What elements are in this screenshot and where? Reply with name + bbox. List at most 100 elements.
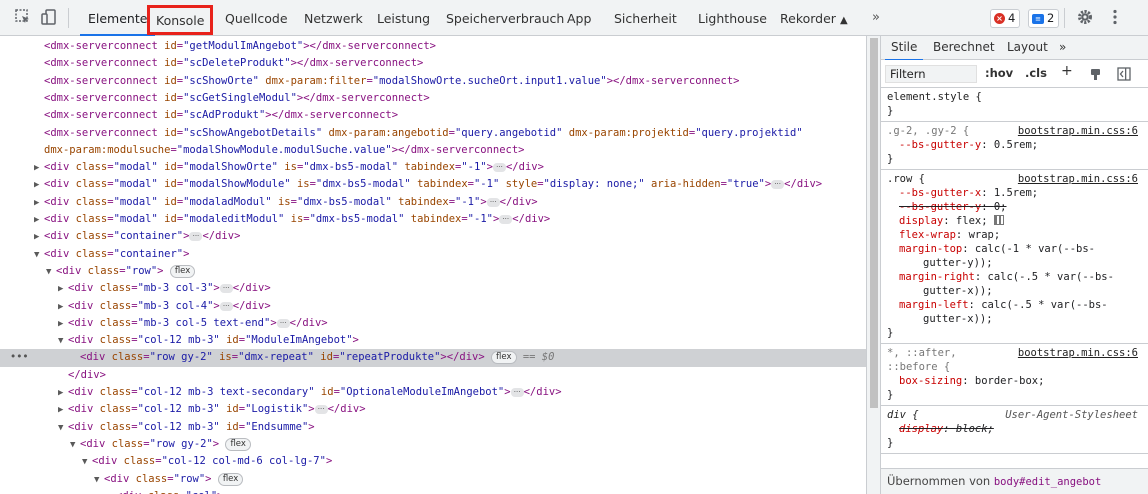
dom-node[interactable]: ▶ <div class="modal" id="modaladModul" is… (0, 194, 866, 211)
dom-node[interactable]: <dmx-serverconnect id="getModulImAngebot… (0, 38, 866, 55)
customize-menu-icon[interactable] (1106, 8, 1124, 26)
collapse-triangle-icon[interactable]: ▼ (94, 472, 104, 489)
dom-node[interactable]: <dmx-serverconnect id="scShowAngebotDeta… (0, 125, 866, 142)
dom-node[interactable]: ▶ <div class="modal" id="modalShowModule"… (0, 176, 866, 193)
expand-triangle-icon[interactable]: ▶ (58, 316, 68, 333)
ellipsis-badge[interactable]: ··· (510, 388, 524, 397)
property-name[interactable]: --bs-gutter-x (899, 187, 981, 199)
more-panels-chevron[interactable]: » (1059, 36, 1066, 60)
tab-sources[interactable]: Quellcode (225, 0, 288, 36)
expand-triangle-icon[interactable]: ▶ (34, 160, 44, 177)
dom-node[interactable]: ▼ <div class="col-12 mb-3" id="ModuleImAn… (0, 332, 866, 349)
dom-node[interactable]: ▶ <div class="modal" id="modalShowOrte" i… (0, 159, 866, 176)
tab-computed[interactable]: Berechnet (933, 36, 995, 60)
collapse-triangle-icon[interactable]: ▼ (58, 333, 68, 350)
tab-memory[interactable]: Speicherverbrauch (446, 0, 564, 36)
rule-element-style[interactable]: element.style { } (881, 88, 1148, 122)
collapse-triangle-icon[interactable]: ▼ (106, 489, 116, 494)
dom-node-selected[interactable]: ••• <div class="row gy-2" is="dmx-repeat"… (0, 349, 866, 367)
dom-scrollbar-thumb[interactable] (870, 38, 878, 408)
dom-node[interactable]: <dmx-serverconnect id="scGetSingleModul"… (0, 90, 866, 107)
collapse-triangle-icon[interactable]: ▼ (34, 247, 44, 264)
property-value[interactable]: border-box; (975, 375, 1045, 387)
expand-triangle-icon[interactable]: ▶ (58, 281, 68, 298)
expand-triangle-icon[interactable]: ▶ (58, 299, 68, 316)
property-name[interactable]: display (899, 423, 943, 435)
tab-application[interactable]: App (567, 0, 591, 36)
flex-badge[interactable]: flex (491, 351, 517, 365)
dom-node[interactable]: ▶ <div class="col-12 mb-3 text-secondary"… (0, 384, 866, 401)
tab-console[interactable]: Konsole (147, 5, 214, 35)
inherited-element-link[interactable]: body#edit_angebot (994, 476, 1101, 488)
settings-gear-icon[interactable] (1076, 8, 1094, 26)
inspect-element-icon[interactable] (14, 8, 32, 26)
panel-splitter[interactable] (866, 36, 881, 494)
dom-node[interactable]: </div> (0, 367, 866, 384)
errors-badge[interactable]: × 4 (990, 9, 1021, 28)
collapse-triangle-icon[interactable]: ▼ (82, 454, 92, 471)
property-name[interactable]: margin-top (899, 243, 962, 255)
ellipsis-badge[interactable]: ··· (314, 405, 328, 415)
inherited-from-section[interactable]: Übernommen von body#edit_angebot (881, 468, 1148, 494)
more-tabs-chevron[interactable]: » (872, 0, 880, 36)
dom-node[interactable]: ▶ <div class="col-12 mb-3" id="Logistik">… (0, 401, 866, 418)
dom-node[interactable]: ▼ <div class="row"> flex (0, 471, 866, 488)
rule-div-user-agent[interactable]: div { User-Agent-Stylesheet display: blo… (881, 406, 1148, 454)
expand-triangle-icon[interactable]: ▶ (34, 177, 44, 194)
property-name[interactable]: margin-right (899, 271, 975, 283)
dom-node[interactable]: <dmx-serverconnect id="scAdProdukt"></dm… (0, 107, 866, 124)
rule-universal[interactable]: *, ::after, bootstrap.min.css:6 ::before… (881, 344, 1148, 406)
collapse-triangle-icon[interactable]: ▼ (70, 437, 80, 454)
ellipsis-badge[interactable]: ··· (189, 232, 203, 242)
paint-bucket-icon[interactable] (1089, 67, 1103, 81)
ellipsis-badge[interactable]: ··· (492, 163, 506, 173)
tab-network[interactable]: Netzwerk (304, 0, 363, 36)
toggle-sidebar-icon[interactable] (1117, 67, 1131, 81)
styles-filter-input[interactable]: Filtern (885, 65, 977, 83)
messages-badge[interactable]: ≡ 2 (1028, 9, 1060, 28)
flex-badge[interactable]: flex (217, 472, 244, 486)
device-toolbar-icon[interactable] (40, 8, 58, 26)
node-actions-dots[interactable]: ••• (10, 349, 29, 366)
tab-layout[interactable]: Layout (1007, 36, 1048, 60)
property-value[interactable]: calc(-.5 * var(--bs- (988, 271, 1114, 283)
tab-styles[interactable]: Stile (884, 36, 924, 61)
property-value[interactable]: flex; (956, 215, 988, 227)
expand-triangle-icon[interactable]: ▶ (58, 385, 68, 402)
ellipsis-badge[interactable]: ··· (276, 318, 290, 328)
dom-node[interactable]: ▼<div class="col"> (0, 488, 866, 494)
dom-node[interactable]: ▼ <div class="row"> flex (0, 263, 866, 280)
ellipsis-badge[interactable]: ··· (499, 215, 513, 224)
rule-row[interactable]: .row { bootstrap.min.css:6 --bs-gutter-x… (881, 170, 1148, 344)
dom-node[interactable]: dmx-param:modulsuche="modalShowModule.mo… (0, 142, 866, 159)
expand-triangle-icon[interactable]: ▶ (58, 402, 68, 419)
property-name[interactable]: box-sizing (899, 375, 962, 387)
dom-node[interactable]: ▶ <div class="mb-3 col-5 text-end"> ··· </d… (0, 315, 866, 332)
collapse-triangle-icon[interactable]: ▼ (58, 420, 68, 437)
expand-triangle-icon[interactable]: ▶ (34, 195, 44, 212)
cls-toggle[interactable]: .cls (1025, 66, 1047, 80)
ellipsis-badge[interactable]: ··· (219, 301, 233, 311)
expand-triangle-icon[interactable]: ▶ (34, 212, 44, 229)
ellipsis-badge[interactable]: ··· (219, 284, 233, 294)
dom-node[interactable]: ▶ <div class="mb-3 col-3"> ··· </div> (0, 280, 866, 297)
property-value[interactable]: wrap; (969, 229, 1001, 241)
flexbox-editor-icon[interactable] (993, 215, 1004, 225)
dom-node[interactable]: <dmx-serverconnect id="scShowOrte" dmx-p… (0, 73, 866, 90)
flex-badge[interactable]: flex (169, 264, 196, 278)
property-name[interactable]: flex-wrap (899, 229, 956, 241)
property-name[interactable]: display (899, 215, 943, 227)
dom-node[interactable]: ▼ <div class="col-12 mb-3" id="Endsumme"> (0, 419, 866, 436)
property-value[interactable]: 0; (994, 201, 1007, 213)
tab-performance[interactable]: Leistung (377, 0, 430, 36)
ellipsis-badge[interactable]: ··· (771, 180, 785, 190)
dom-node[interactable]: ▶ <div class="modal" id="modaleditModul" … (0, 211, 866, 228)
rule-source-link[interactable]: bootstrap.min.css:6 (1018, 124, 1138, 138)
rule-source-link[interactable]: bootstrap.min.css:6 (1018, 172, 1138, 186)
tab-elements[interactable]: Elemente (79, 0, 156, 36)
dom-node[interactable]: <dmx-serverconnect id="scDeleteProdukt">… (0, 55, 866, 72)
tab-security[interactable]: Sicherheit (614, 0, 677, 36)
property-name[interactable]: margin-left (899, 299, 969, 311)
dom-node[interactable]: ▼ <div class="container"> (0, 246, 866, 263)
hov-toggle[interactable]: :hov (985, 66, 1013, 80)
